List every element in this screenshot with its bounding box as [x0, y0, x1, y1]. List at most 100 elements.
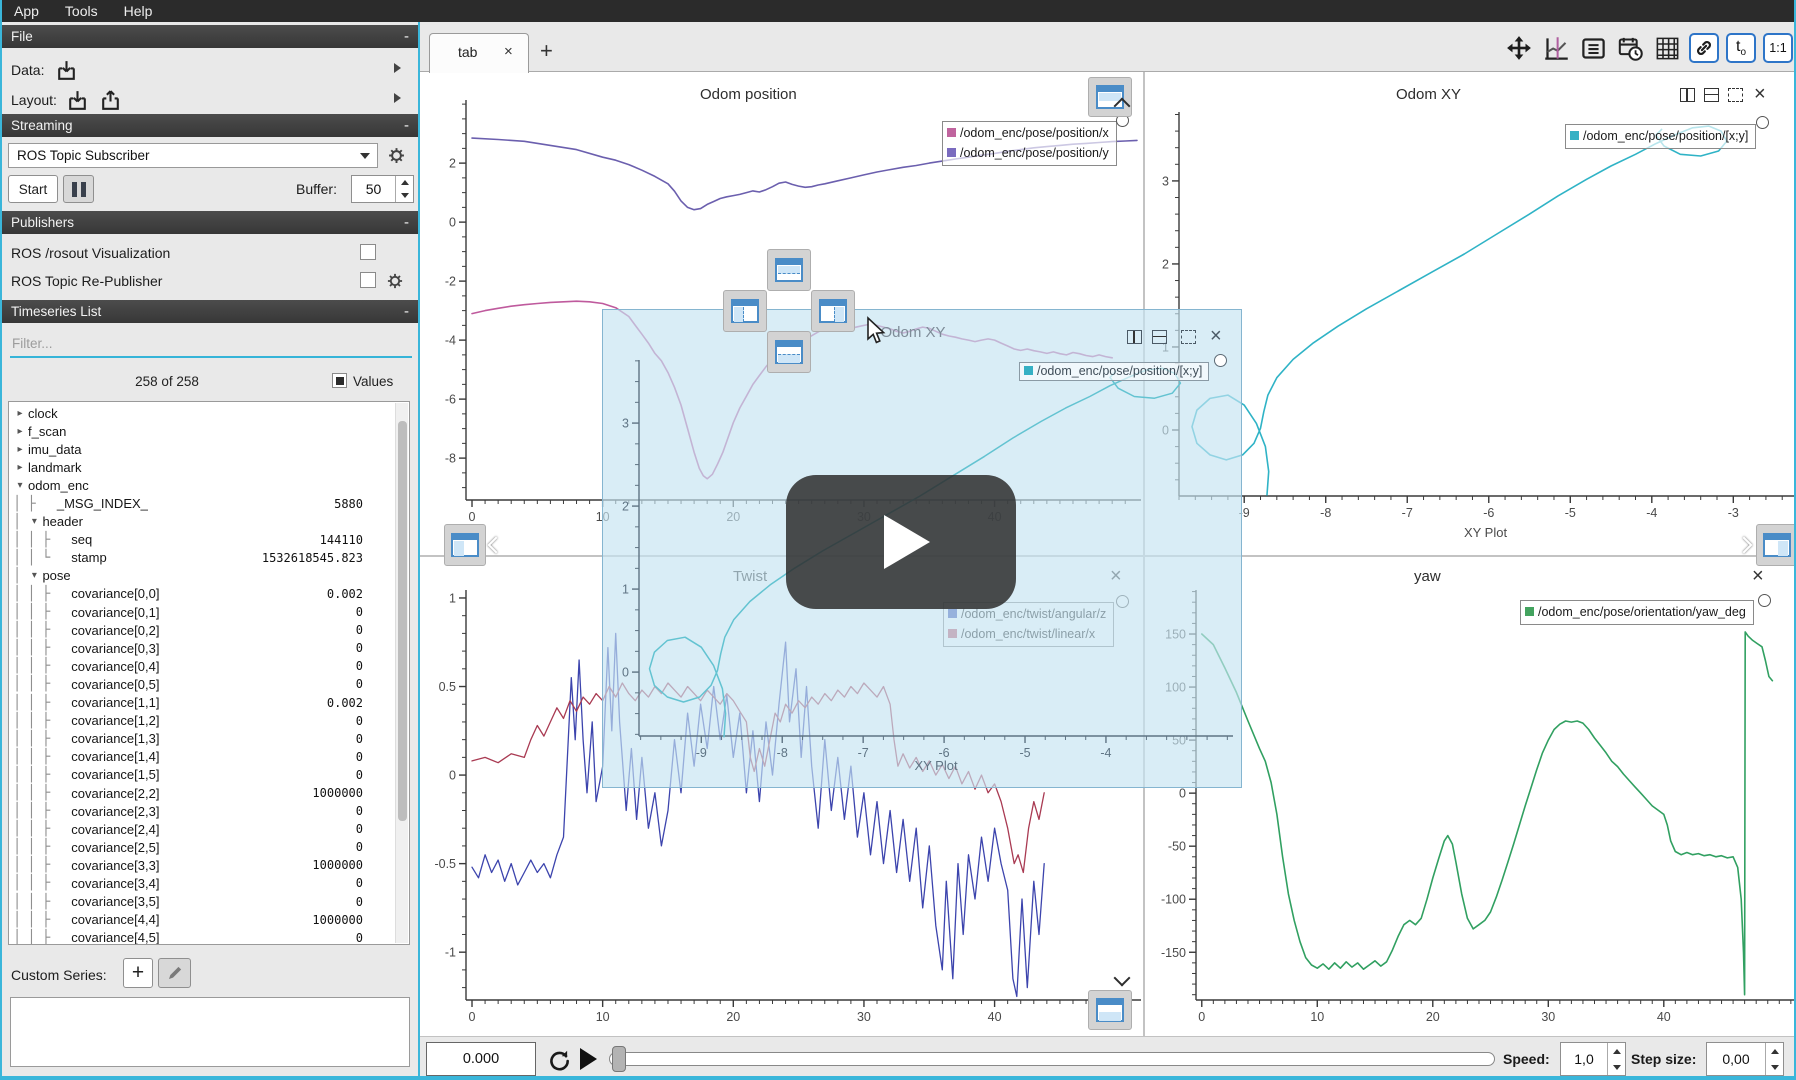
tree-row[interactable]: ││└ stamp 1532618545.823 [9, 549, 409, 567]
buffer-spinbox[interactable]: 50 [351, 175, 414, 203]
legend-anchor-circle[interactable] [1758, 594, 1771, 607]
section-header-timeseries[interactable]: Timeseries List - [2, 300, 418, 323]
tree-row[interactable]: ││├ covariance[0,5] 0 [9, 675, 409, 693]
tree-row[interactable]: ▾ odom_enc [9, 476, 409, 494]
collapse-icon[interactable]: - [404, 303, 409, 320]
pause-button[interactable] [63, 175, 94, 203]
tree-row[interactable]: ▸ imu_data [9, 440, 409, 458]
legend-entry[interactable]: /odom_enc/pose/orientation/yaw_deg [1525, 602, 1746, 622]
loop-icon[interactable] [546, 1047, 572, 1073]
tree-row[interactable]: ││├ covariance[3,5] 0 [9, 893, 409, 911]
dock-right-indicator[interactable] [811, 290, 855, 332]
section-header-file[interactable]: File - [2, 25, 418, 48]
tree-row[interactable]: │ ▾ pose [9, 567, 409, 585]
menu-item[interactable]: Help [124, 3, 153, 19]
save-layout-icon[interactable] [98, 88, 123, 113]
tree-row[interactable]: │ ▾ header [9, 513, 409, 531]
streaming-gear-icon[interactable] [386, 145, 407, 166]
split-horizontal-icon[interactable] [1127, 330, 1142, 344]
time-offset-button[interactable]: to [1726, 33, 1756, 63]
menu-item[interactable]: Tools [65, 3, 98, 19]
filter-input[interactable] [10, 330, 412, 358]
link-axes-button[interactable] [1689, 33, 1719, 63]
yaw-legend[interactable]: /odom_enc/pose/orientation/yaw_deg [1520, 600, 1754, 625]
tree-row[interactable]: ▸ f_scan [9, 422, 409, 440]
tree-expander-icon[interactable]: ▾ [27, 570, 41, 581]
tree-row[interactable]: ││├ covariance[1,3] 0 [9, 730, 409, 748]
tree-expander-icon[interactable]: ▸ [13, 426, 27, 437]
tree-row[interactable]: ││├ covariance[1,5] 0 [9, 766, 409, 784]
dock-bottom-indicator[interactable] [767, 331, 811, 373]
datetime-icon[interactable] [1615, 33, 1645, 63]
legend-anchor-circle[interactable] [1214, 354, 1227, 367]
tree-row[interactable]: │├ _MSG_INDEX_ 5880 [9, 494, 409, 512]
close-plot-icon[interactable]: × [1210, 326, 1222, 346]
legend-entry[interactable]: /odom_enc/pose/position/[x;y] [1024, 364, 1202, 378]
legend-entry[interactable]: /odom_enc/pose/position/y [947, 143, 1109, 163]
current-time-box[interactable]: 0.000 [426, 1042, 536, 1076]
step-size-spinbox[interactable]: 0,00 [1706, 1042, 1784, 1076]
tree-expander-icon[interactable]: ▾ [27, 516, 41, 527]
list-view-icon[interactable] [1578, 33, 1608, 63]
close-plot-icon[interactable]: × [1752, 566, 1764, 586]
spin-arrows[interactable] [395, 176, 413, 202]
tree-row[interactable]: ││├ covariance[0,3] 0 [9, 639, 409, 657]
spin-arrows[interactable] [1765, 1043, 1783, 1075]
split-vertical-icon[interactable] [1704, 88, 1719, 102]
dock-edge-left-indicator[interactable] [444, 524, 486, 566]
layout-expand-arrow-icon[interactable] [394, 93, 401, 103]
tab-active[interactable]: tab × [429, 33, 529, 73]
legend-entry[interactable]: /odom_enc/pose/position/[x;y] [1570, 126, 1748, 146]
fullscreen-icon[interactable] [1728, 88, 1743, 102]
timeline-slider[interactable] [609, 1052, 1495, 1066]
collapse-icon[interactable]: - [404, 117, 409, 134]
tree-row[interactable]: ││├ covariance[3,3] 1000000 [9, 856, 409, 874]
floating-legend[interactable]: /odom_enc/pose/position/[x;y] [1019, 362, 1209, 381]
curve-tracker-icon[interactable] [1541, 33, 1571, 63]
play-button[interactable] [580, 1048, 597, 1070]
tree-row[interactable]: ││├ covariance[4,4] 1000000 [9, 911, 409, 929]
tree-row[interactable]: ││├ covariance[0,1] 0 [9, 603, 409, 621]
tree-row[interactable]: ▸ clock [9, 404, 409, 422]
edit-custom-series-button[interactable] [158, 958, 191, 988]
split-horizontal-icon[interactable] [1680, 88, 1695, 102]
tree-row[interactable]: ││├ covariance[1,4] 0 [9, 748, 409, 766]
collapse-icon[interactable]: - [404, 28, 409, 45]
tree-row[interactable]: ││├ covariance[0,4] 0 [9, 657, 409, 675]
tree-row[interactable]: ││├ covariance[4,5] 0 [9, 929, 409, 945]
load-layout-icon[interactable] [65, 88, 90, 113]
republisher-checkbox[interactable] [360, 272, 376, 288]
load-data-icon[interactable] [54, 58, 79, 83]
start-button[interactable]: Start [8, 175, 58, 203]
yaw-plot[interactable]: 010203040150100500-50-100-150 [1147, 556, 1796, 1036]
menu-item[interactable]: App [14, 3, 39, 19]
tree-row[interactable]: ││├ covariance[0,2] 0 [9, 621, 409, 639]
add-tab-button[interactable]: + [540, 38, 553, 64]
timeline-slider-handle[interactable] [612, 1046, 626, 1072]
tree-row[interactable]: ││├ covariance[2,4] 0 [9, 820, 409, 838]
rosout-checkbox[interactable] [360, 244, 376, 260]
timeseries-tree[interactable]: ▸ clock ▸ f_scan ▸ imu_data ▸ landmar [8, 401, 410, 945]
streaming-source-select[interactable]: ROS Topic Subscriber [8, 143, 378, 168]
tree-row[interactable]: ││├ covariance[3,4] 0 [9, 874, 409, 892]
scrollbar-thumb[interactable] [398, 421, 407, 821]
split-vertical-icon[interactable] [1152, 330, 1167, 344]
close-plot-icon[interactable]: × [1754, 84, 1766, 104]
dock-top-indicator[interactable] [767, 249, 811, 291]
tree-row[interactable]: ││├ covariance[1,1] 0.002 [9, 694, 409, 712]
tree-row[interactable]: ││├ covariance[1,2] 0 [9, 712, 409, 730]
odom-xy-legend[interactable]: /odom_enc/pose/position/[x;y] [1565, 124, 1756, 149]
dock-left-indicator[interactable] [723, 290, 767, 332]
tab-close-icon[interactable]: × [504, 43, 513, 60]
tree-row[interactable]: ││├ covariance[2,3] 0 [9, 802, 409, 820]
section-header-streaming[interactable]: Streaming - [2, 114, 418, 137]
tree-expander-icon[interactable]: ▸ [13, 408, 27, 419]
custom-series-list[interactable] [10, 997, 410, 1067]
tree-row[interactable]: ▸ landmark [9, 458, 409, 476]
add-custom-series-button[interactable]: + [123, 958, 153, 988]
section-header-publishers[interactable]: Publishers - [2, 211, 418, 234]
tree-scrollbar[interactable] [395, 403, 408, 943]
dock-edge-right-indicator[interactable] [1756, 524, 1796, 566]
tree-expander-icon[interactable]: ▸ [13, 444, 27, 455]
republisher-gear-icon[interactable] [385, 271, 405, 291]
